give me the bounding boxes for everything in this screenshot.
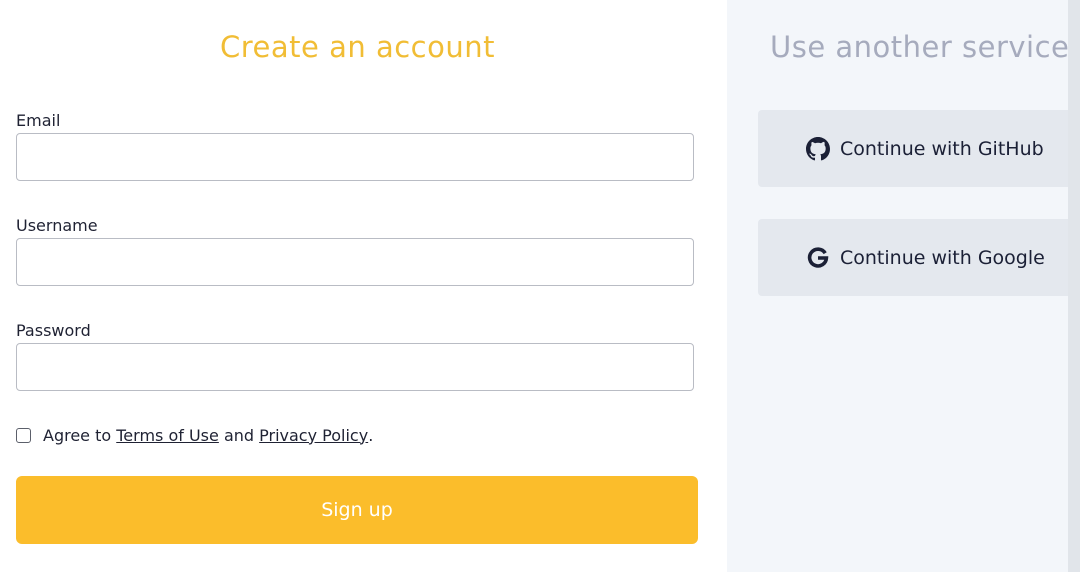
scrollbar[interactable] <box>1068 0 1080 572</box>
agree-checkbox[interactable] <box>16 427 31 443</box>
terms-of-use-link[interactable]: Terms of Use <box>116 426 219 445</box>
agree-text-and: and <box>218 425 260 445</box>
github-icon <box>806 136 830 160</box>
agree-text-suffix: . <box>368 425 374 445</box>
agree-row: Agree to Terms of Use and Privacy Policy… <box>16 424 373 446</box>
password-field[interactable] <box>16 343 694 391</box>
username-label: Username <box>16 216 98 235</box>
privacy-policy-link[interactable]: Privacy Policy <box>259 426 368 445</box>
services-title: Use another service <box>770 30 1070 64</box>
email-label: Email <box>16 111 61 130</box>
username-field[interactable] <box>16 238 694 286</box>
google-button-label: Continue with Google <box>840 246 1045 269</box>
email-field[interactable] <box>16 133 694 181</box>
services-panel: Use another service Continue with GitHub… <box>727 0 1080 572</box>
page-title: Create an account <box>220 30 495 64</box>
continue-with-google-button[interactable]: Continue with Google <box>758 219 1080 296</box>
continue-with-github-button[interactable]: Continue with GitHub <box>758 110 1080 187</box>
signup-form: Create an account Email Username Passwor… <box>0 0 727 572</box>
agree-text-prefix: Agree to <box>43 425 117 445</box>
github-button-label: Continue with GitHub <box>840 137 1044 160</box>
sign-up-button[interactable]: Sign up <box>16 476 698 544</box>
google-icon <box>807 246 829 268</box>
password-label: Password <box>16 321 91 340</box>
